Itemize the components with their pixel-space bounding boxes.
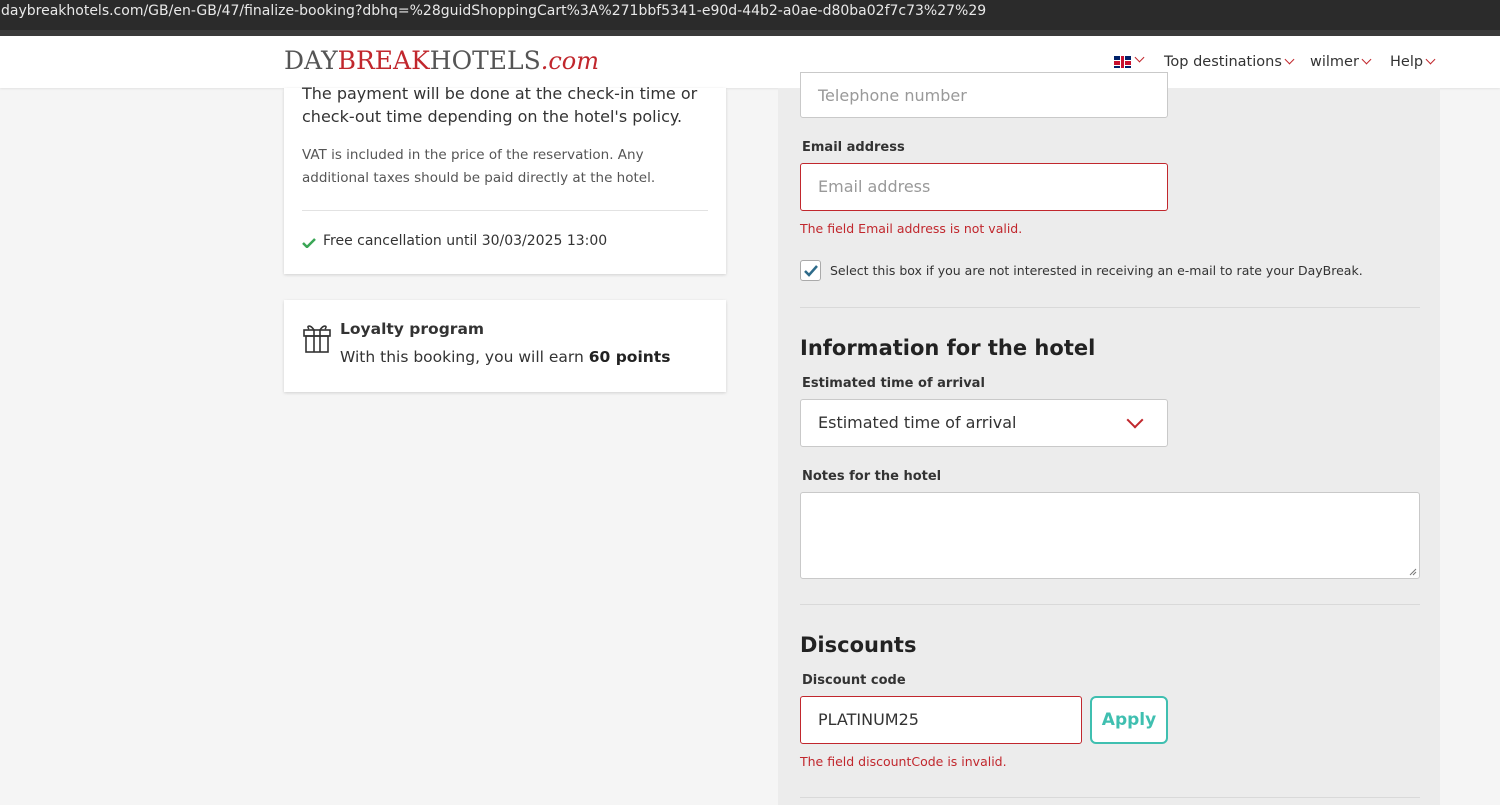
section-divider [800, 604, 1420, 605]
notes-textarea[interactable] [800, 492, 1420, 579]
email-label: Email address [802, 140, 905, 155]
chevron-down-icon [1361, 54, 1372, 65]
nav-help[interactable]: Help [1390, 54, 1436, 70]
discount-error-message: The field discountCode is invalid. [800, 754, 1007, 769]
free-cancellation-text: Free cancellation until 30/03/2025 13:00 [323, 233, 608, 249]
rate-opt-out-checkbox[interactable] [800, 260, 821, 281]
telephone-input[interactable]: Telephone number [800, 72, 1168, 118]
nav-top-destinations[interactable]: Top destinations [1164, 54, 1295, 70]
section-divider [800, 797, 1420, 798]
loyalty-points: 60 points [588, 348, 671, 366]
loyalty-title: Loyalty program [340, 320, 485, 338]
chevron-down-icon [1126, 411, 1144, 429]
chevron-down-icon [1134, 52, 1145, 63]
chevron-down-icon [1284, 54, 1295, 65]
uk-flag-icon[interactable] [1114, 56, 1131, 68]
chevron-down-icon [1425, 54, 1436, 65]
arrival-time-select[interactable]: Estimated time of arrival [800, 399, 1168, 447]
discounts-title: Discounts [800, 633, 917, 657]
rate-opt-out-label: Select this box if you are not intereste… [830, 263, 1363, 278]
daybreak-logo[interactable]: DAYBREAKHOTELS.com [284, 46, 599, 75]
payment-summary-card: The payment will be done at the check-in… [284, 84, 726, 274]
browser-url-bar[interactable]: daybreakhotels.com/GB/en-GB/47/finalize-… [0, 0, 1500, 36]
section-divider [800, 307, 1420, 308]
vat-info-text: VAT is included in the price of the rese… [302, 147, 656, 186]
language-dropdown-chevron[interactable] [1132, 52, 1145, 68]
discount-code-input[interactable]: PLATINUM25 [800, 696, 1082, 744]
gift-icon [303, 325, 331, 353]
arrival-label: Estimated time of arrival [802, 376, 985, 391]
url-text: daybreakhotels.com/GB/en-GB/47/finalize-… [1, 3, 987, 19]
divider [302, 210, 708, 211]
payment-info-text: The payment will be done at the check-in… [302, 84, 698, 126]
notes-label: Notes for the hotel [802, 469, 942, 484]
checkmark-icon [302, 238, 316, 248]
loyalty-text: With this booking, you will earn 60 poin… [340, 348, 671, 366]
nav-user-menu[interactable]: wilmer [1310, 54, 1372, 70]
loyalty-program-card: Loyalty program With this booking, you w… [284, 300, 726, 392]
hotel-info-title: Information for the hotel [800, 336, 1096, 360]
discount-code-label: Discount code [802, 673, 906, 688]
site-header: DAYBREAKHOTELS.com Top destinations wilm… [0, 36, 1500, 88]
checkbox-check-icon [804, 265, 818, 277]
email-error-message: The field Email address is not valid. [800, 221, 1023, 236]
apply-discount-button[interactable]: Apply [1090, 696, 1168, 744]
resize-handle-icon[interactable] [1409, 568, 1417, 576]
email-input[interactable]: Email address [800, 163, 1168, 211]
